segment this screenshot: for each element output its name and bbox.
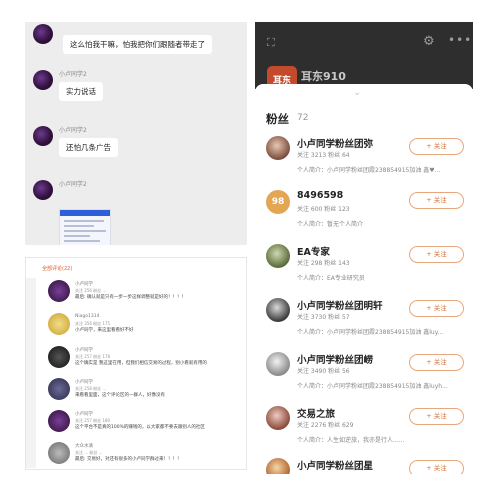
fan-bio: 个人简介：小卢同学粉丝团霞238854915加油 鑫luy...: [297, 329, 444, 336]
comment-text: 这个平台不是真的100%的赚钱的，以大家都不要去跟别人的社区: [75, 425, 205, 430]
avatar[interactable]: [48, 346, 70, 368]
fan-bio: 个人简介：小卢同学粉丝团霞238854915加油 鑫luyh...: [297, 383, 448, 390]
fan-stats: 关注 3213 粉丝 64: [297, 152, 350, 159]
composite-screenshot: 这么怕我干嘛，怕我把你们跟随者带走了 小卢同学2 实力说话 小卢同学2 还怕几条…: [0, 0, 497, 497]
chat-bubble: 这么怕我干嘛，怕我把你们跟随者带走了: [63, 35, 212, 54]
fan-item[interactable]: 交易之旅 关注 2276 粉丝 629 个人简介：人生如逆旅，我亦是行人....…: [266, 406, 471, 460]
fan-name[interactable]: 小卢同学粉丝团星: [297, 458, 373, 472]
fan-item[interactable]: 小卢同学粉丝团弥 关注 3213 粉丝 64 个人简介：小卢同学粉丝团霞2388…: [266, 136, 471, 190]
fan-item[interactable]: EA专家 关注 298 粉丝 143 个人简介：EA专业研究员 + 关注: [266, 244, 471, 298]
fans-sheet: ⌄ 粉丝 72 小卢同学粉丝团弥 关注 3213 粉丝 64 个人简介：小卢同学…: [255, 84, 473, 474]
fan-item[interactable]: 小卢同学粉丝团崂 关注 3490 粉丝 56 个人简介：小卢同学粉丝团霞2388…: [266, 352, 471, 406]
follow-button[interactable]: + 关注: [409, 354, 464, 371]
image-attachment[interactable]: [59, 209, 111, 245]
fan-stats: 关注 3490 粉丝 56: [297, 368, 350, 375]
comment-text: 最后: 交易好，对还有很多的小卢同学群过来！！！！: [75, 457, 182, 462]
fan-stats: 关注 2276 粉丝 629: [297, 422, 354, 429]
fans-count: 72: [297, 113, 309, 123]
follow-button[interactable]: + 关注: [409, 408, 464, 425]
comment-text: 这个确实是 我这里在用，但我们相信交易的过程，别小看就有用的: [75, 361, 207, 366]
avatar[interactable]: [33, 24, 53, 44]
fan-name[interactable]: 小卢同学粉丝团崂: [297, 352, 373, 366]
fan-item[interactable]: 小卢同学粉丝团明轩 关注 3730 粉丝 57 个人简介：小卢同学粉丝团霞238…: [266, 298, 471, 352]
follow-button[interactable]: + 关注: [409, 460, 464, 474]
profile-name: 耳东910: [301, 70, 346, 83]
comment-author[interactable]: 小卢同学: [75, 281, 93, 287]
comment-text: 来看看里面，这个评论区的一群人，好像没有: [75, 393, 165, 398]
gear-icon[interactable]: ⚙: [423, 34, 435, 49]
fan-bio: 个人简介：EA专业研究员: [297, 275, 365, 282]
comment-author[interactable]: 小卢同学: [75, 347, 93, 353]
avatar[interactable]: [266, 406, 290, 430]
comments-title: 全部评论(22): [42, 266, 73, 272]
comment-author[interactable]: 大众水滴: [75, 443, 93, 449]
fan-stats: 关注 600 粉丝 123: [297, 206, 350, 213]
thumb-line: [64, 225, 94, 227]
sender-name: 小卢同学2: [59, 181, 87, 188]
comments-panel: 全部评论(22) 小卢同学 关注 256 粉丝 ... 最后: 确认就是只有一步…: [25, 257, 247, 470]
avatar[interactable]: [48, 280, 70, 302]
sender-name: 小卢同学2: [59, 71, 87, 78]
avatar[interactable]: [48, 442, 70, 464]
fan-bio: 个人简介：暂无个人简介: [297, 221, 364, 228]
chat-panel: 这么怕我干嘛，怕我把你们跟随者带走了 小卢同学2 实力说话 小卢同学2 还怕几条…: [25, 22, 247, 245]
fan-item[interactable]: 98 8496598 关注 600 粉丝 123 个人简介：暂无个人简介 + 关…: [266, 190, 471, 244]
fan-stats: 关注 298 粉丝 143: [297, 260, 350, 267]
sender-name: 小卢同学2: [59, 127, 87, 134]
chat-bubble: 还怕几条广告: [59, 138, 118, 157]
comment-author[interactable]: Niago1314: [75, 314, 99, 319]
avatar[interactable]: [266, 136, 290, 160]
fan-bio: 个人简介：小卢同学粉丝团霞238854915加油 鑫♥...: [297, 167, 441, 174]
avatar[interactable]: [48, 378, 70, 400]
chat-bubble: 实力说话: [59, 82, 103, 101]
fan-name[interactable]: 小卢同学粉丝团明轩: [297, 298, 383, 312]
comment-author[interactable]: 小卢同学: [75, 379, 93, 385]
follow-button[interactable]: + 关注: [409, 246, 464, 263]
comment-text: 小卢同学，来这里看看好不好: [75, 328, 134, 333]
avatar[interactable]: [266, 298, 290, 322]
fan-name[interactable]: 小卢同学粉丝团弥: [297, 136, 373, 150]
thumb-line: [64, 235, 90, 237]
comment-author[interactable]: 小卢同学: [75, 411, 93, 417]
thumb-header: [60, 210, 110, 216]
chevron-down-icon[interactable]: ⌄: [353, 87, 361, 98]
follow-button[interactable]: + 关注: [409, 192, 464, 209]
profile-header: ⛶ ⚙ ••• 耳东 耳东910: [255, 22, 473, 89]
follow-button[interactable]: + 关注: [409, 300, 464, 317]
fan-name[interactable]: EA专家: [297, 244, 330, 258]
fan-stats: 关注 3730 粉丝 57: [297, 314, 350, 321]
more-icon[interactable]: •••: [448, 33, 472, 47]
scan-icon[interactable]: ⛶: [267, 36, 275, 50]
avatar[interactable]: [266, 458, 290, 474]
avatar[interactable]: [48, 313, 70, 335]
thumb-line: [64, 230, 106, 232]
fan-item[interactable]: 小卢同学粉丝团星 + 关注: [266, 458, 471, 474]
fans-title: 粉丝: [266, 112, 289, 126]
avatar[interactable]: [266, 244, 290, 268]
comment-text: 最后: 确认就是只有一步一步这样调整就是好的！！！！: [75, 295, 186, 300]
avatar[interactable]: [266, 352, 290, 376]
thumb-line: [64, 220, 104, 222]
avatar[interactable]: [33, 70, 53, 90]
follow-button[interactable]: + 关注: [409, 138, 464, 155]
side-strip: [26, 278, 36, 468]
thumb-line: [64, 240, 100, 242]
avatar[interactable]: 98: [266, 190, 290, 214]
fan-bio: 个人简介：人生如逆旅，我亦是行人......: [297, 437, 405, 444]
avatar[interactable]: [48, 410, 70, 432]
fan-name[interactable]: 交易之旅: [297, 406, 335, 420]
avatar[interactable]: [33, 126, 53, 146]
avatar[interactable]: [33, 180, 53, 200]
fan-name[interactable]: 8496598: [297, 190, 343, 201]
